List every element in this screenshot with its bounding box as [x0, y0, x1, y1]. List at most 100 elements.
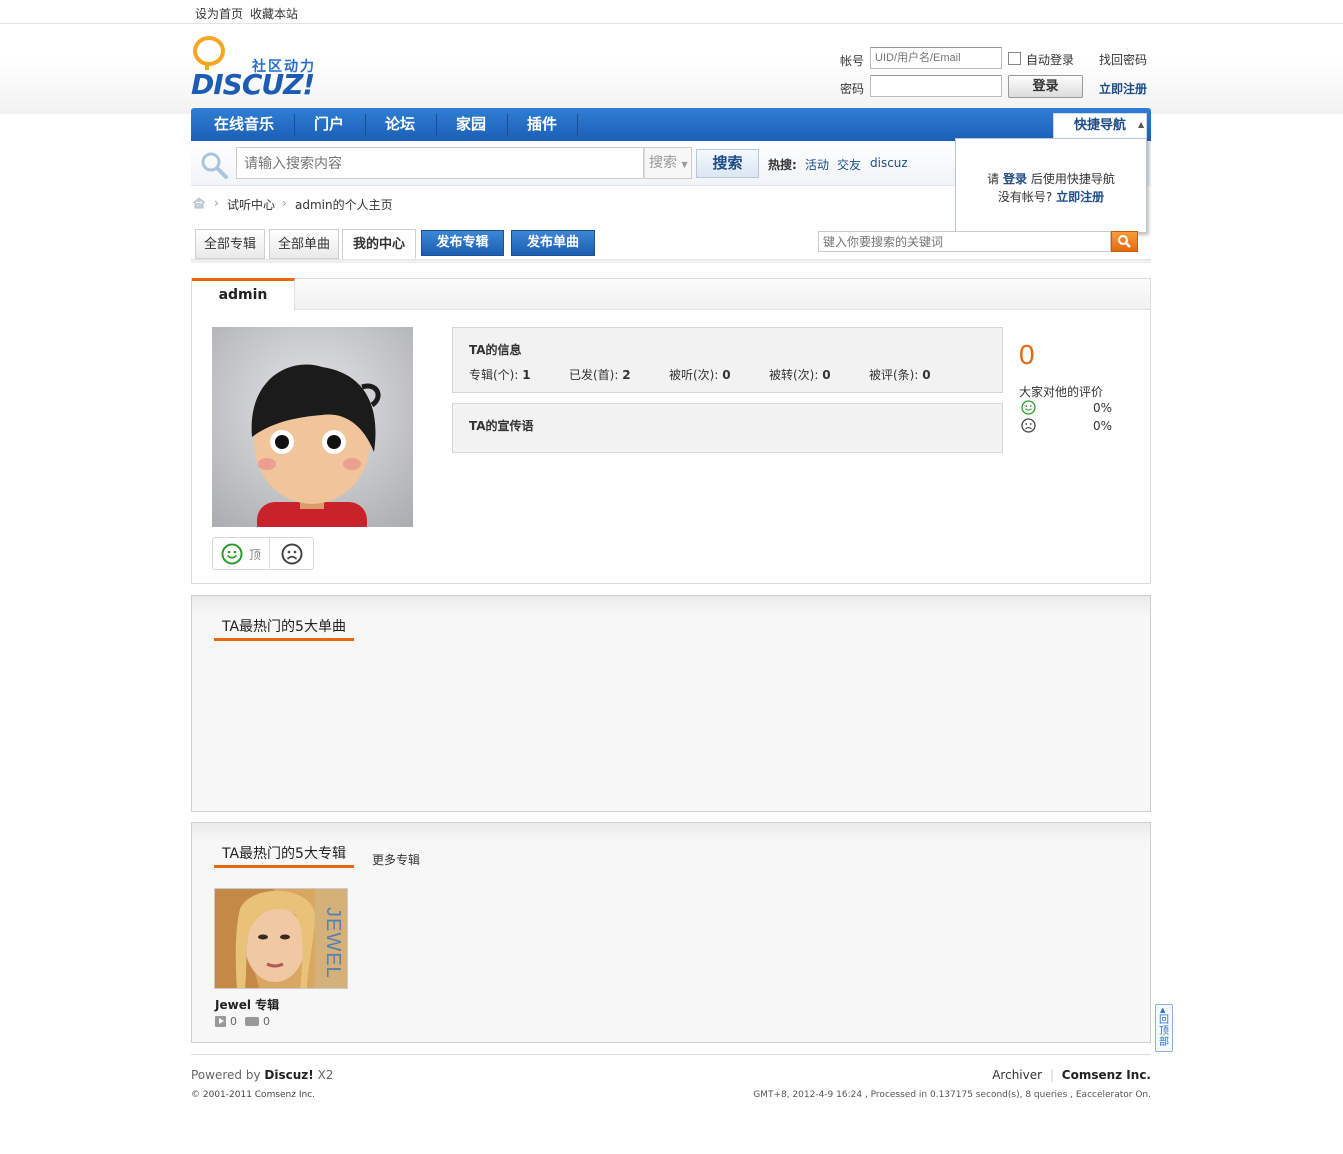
search-icon — [201, 152, 228, 179]
nav-divider — [577, 114, 578, 136]
footer-links: Archiver | Comsenz Inc. — [992, 1068, 1151, 1082]
hot-search-link[interactable]: 交友 — [837, 156, 861, 173]
album-name-link[interactable]: Jewel 专辑 — [215, 996, 279, 1013]
avatar-cartoon — [251, 364, 381, 527]
smile-icon — [1021, 400, 1036, 415]
register-link[interactable]: 立即注册 — [1099, 80, 1147, 97]
login-button[interactable]: 登录 — [1008, 75, 1083, 98]
more-albums-link[interactable]: 更多专辑 — [372, 851, 420, 868]
nav-item-forum[interactable]: 论坛 — [385, 108, 415, 141]
account-input[interactable] — [870, 47, 1002, 69]
quick-nav-popup: 请 登录 后使用快捷导航 没有帐号? 立即注册 — [955, 138, 1147, 233]
tab-all-singles[interactable]: 全部单曲 — [269, 229, 339, 259]
password-label: 密码 — [840, 82, 865, 96]
stat-label: 被听(次): — [669, 368, 719, 382]
nav-divider — [507, 114, 508, 136]
slogan-title: TA的宣传语 — [469, 419, 534, 433]
nav-item-portal[interactable]: 门户 — [314, 108, 344, 141]
play-count-icon — [215, 1016, 226, 1027]
bad-rating-pct: 0% — [1093, 419, 1113, 433]
version-text: X2 — [317, 1068, 334, 1082]
stat-label: 已发(首): — [569, 368, 619, 382]
nav-divider — [436, 114, 437, 136]
back-to-top-label: 回顶部 — [1159, 1015, 1169, 1048]
bookmark-link[interactable]: 收藏本站 — [250, 5, 298, 22]
publish-album-button[interactable]: 发布专辑 — [421, 230, 504, 256]
tab-all-albums[interactable]: 全部专辑 — [195, 229, 265, 259]
footer-stats: GMT+8, 2012-4-9 16:24 , Processed in 0.1… — [753, 1090, 1151, 1100]
vote-down-button[interactable] — [271, 538, 314, 569]
quick-nav-label: 快捷导航 — [1073, 118, 1126, 133]
footer-separator: | — [1049, 1068, 1054, 1082]
info-title: TA的信息 — [469, 343, 522, 357]
auto-login-checkbox[interactable] — [1008, 52, 1021, 65]
search-button[interactable]: 搜索 — [696, 149, 759, 178]
rating-label: 大家对他的评价 — [1019, 385, 1104, 399]
smile-icon — [221, 543, 243, 565]
powered-by: Powered by Discuz! X2 — [191, 1068, 333, 1082]
main-nav: 在线音乐 门户 论坛 家园 插件 — [191, 108, 1151, 141]
publish-single-button[interactable]: 发布单曲 — [511, 230, 595, 256]
quick-nav-text: 请 — [987, 172, 1000, 186]
slogan-box: TA的宣传语 — [452, 403, 1003, 453]
search-type-select[interactable]: 搜索 ▼ — [644, 147, 692, 179]
info-box: TA的信息 专辑(个): 1 已发(首): 2 被听(次): 0 被转(次): … — [452, 327, 1003, 393]
breadcrumb-item[interactable]: 试听中心 — [227, 196, 275, 213]
company-link[interactable]: Comsenz Inc. — [1062, 1068, 1151, 1082]
nav-divider — [365, 114, 366, 136]
archiver-link[interactable]: Archiver — [992, 1068, 1042, 1082]
back-to-top-button[interactable]: ▲ 回顶部 — [1155, 1004, 1173, 1052]
quick-nav-msg-line2: 没有帐号? 立即注册 — [956, 188, 1146, 206]
stat-value: 2 — [622, 368, 631, 382]
password-input[interactable] — [870, 75, 1002, 97]
breadcrumb-item[interactable]: admin的个人主页 — [295, 196, 393, 213]
stat-label: 被评(条): — [869, 368, 919, 382]
quick-nav-text: 后使用快捷导航 — [1030, 172, 1115, 186]
stat-item: 被评(条): 0 — [869, 366, 931, 383]
score-value: 0 — [1019, 339, 1035, 370]
stat-item: 被听(次): 0 — [669, 366, 731, 383]
nav-item-home[interactable]: 家园 — [456, 108, 486, 141]
set-home-link[interactable]: 设为首页 — [195, 5, 243, 22]
forgot-password-link[interactable]: 找回密码 — [1099, 51, 1147, 68]
logo-brand: DISCUZ! — [191, 68, 315, 101]
search-icon — [1118, 235, 1131, 248]
frown-icon — [281, 543, 303, 565]
stat-item: 专辑(个): 1 — [469, 366, 531, 383]
top-albums-title: TA最热门的5大专辑 — [214, 843, 354, 868]
footer-divider — [191, 1054, 1151, 1055]
discuz-link[interactable]: Discuz! — [264, 1068, 313, 1082]
auto-login-label: 自动登录 — [1026, 53, 1075, 67]
quick-nav-msg-line1: 请 登录 后使用快捷导航 — [956, 170, 1146, 188]
arrow-up-icon: ▲ — [1160, 1006, 1166, 1014]
frown-icon — [1021, 418, 1036, 433]
profile-tab-admin[interactable]: admin — [192, 278, 295, 311]
breadcrumb-separator: › — [214, 196, 219, 210]
nav-item-music[interactable]: 在线音乐 — [214, 108, 274, 141]
account-label: 帐号 — [840, 54, 865, 68]
nav-item-plugins[interactable]: 插件 — [527, 108, 557, 141]
search-bar: 搜索 ▼ 搜索 热搜: 活动 交友 discuz — [191, 141, 955, 186]
home-icon[interactable] — [192, 197, 206, 209]
vote-up-label: 顶 — [249, 548, 262, 562]
comment-count-icon — [245, 1017, 259, 1026]
album-cover-text: JEWEL — [322, 907, 344, 979]
tab-my-center[interactable]: 我的中心 — [342, 229, 416, 259]
album-cover-image[interactable]: JEWEL — [214, 888, 348, 989]
quick-nav-login-link[interactable]: 登录 — [1003, 172, 1027, 186]
caret-up-icon: ▲ — [1138, 120, 1145, 129]
top-singles-title: TA最热门的5大单曲 — [214, 616, 354, 641]
hot-search-link[interactable]: discuz — [870, 156, 908, 170]
hot-search-link[interactable]: 活动 — [805, 156, 829, 173]
top-bar: 设为首页 收藏本站 — [0, 0, 1343, 24]
search-input[interactable] — [236, 147, 644, 179]
stat-label: 被转(次): — [769, 368, 819, 382]
music-search-button[interactable] — [1111, 231, 1138, 252]
search-type-label: 搜索 — [649, 155, 677, 171]
vote-up-button[interactable]: 顶 — [213, 538, 270, 569]
music-search-input[interactable] — [818, 231, 1111, 252]
quick-nav-register-link[interactable]: 立即注册 — [1056, 190, 1104, 204]
copyright: © 2001-2011 Comsenz Inc. — [191, 1090, 316, 1100]
quick-nav-tab[interactable]: 快捷导航 ▲ — [1053, 113, 1147, 139]
stat-value: 0 — [822, 368, 831, 382]
